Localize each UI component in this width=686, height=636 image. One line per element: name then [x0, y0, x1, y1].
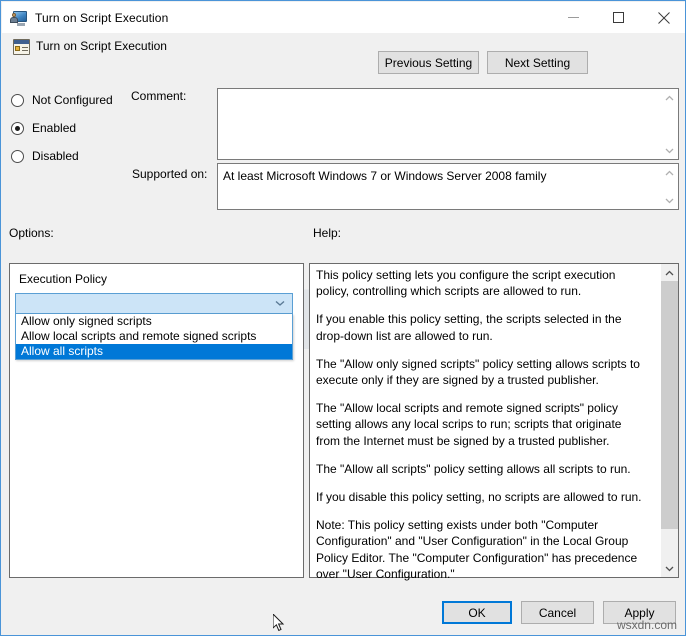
comment-label: Comment:	[131, 89, 187, 103]
scroll-up-icon[interactable]	[661, 164, 678, 181]
scroll-down-icon[interactable]	[661, 142, 678, 159]
help-paragraph: This policy setting lets you configure t…	[316, 268, 616, 299]
minimize-icon[interactable]	[551, 2, 596, 33]
supported-on-input[interactable]: At least Microsoft Windows 7 or Windows …	[217, 163, 679, 210]
radio-circle-icon	[11, 149, 24, 163]
help-scrollbar[interactable]	[660, 264, 678, 577]
chevron-down-icon[interactable]	[271, 294, 288, 313]
help-paragraph: If you disable this policy setting, no s…	[316, 490, 642, 505]
next-setting-button[interactable]: Next Setting	[487, 51, 588, 74]
comment-input[interactable]	[217, 88, 679, 160]
list-item[interactable]: Allow all scripts	[16, 344, 292, 359]
list-item[interactable]: Allow only signed scripts	[16, 314, 292, 329]
help-paragraph: If you enable this policy setting, the s…	[316, 312, 622, 343]
help-text: This policy setting lets you configure t…	[316, 267, 646, 582]
radio-disabled[interactable]: Disabled	[11, 148, 79, 164]
options-label: Options:	[9, 226, 54, 240]
radio-circle-icon	[11, 93, 24, 107]
previous-setting-button[interactable]: Previous Setting	[378, 51, 479, 74]
execution-policy-combobox[interactable]	[15, 293, 293, 314]
help-paragraph: The "Allow only signed scripts" policy s…	[316, 356, 640, 388]
help-paragraph: The "Allow local scripts and remote sign…	[316, 401, 622, 448]
radio-not-configured[interactable]: Not Configured	[11, 92, 113, 108]
scroll-down-icon[interactable]	[661, 192, 678, 209]
supported-on-value: At least Microsoft Windows 7 or Windows …	[223, 169, 547, 183]
supported-on-scrollbar[interactable]	[660, 164, 678, 209]
maximize-icon[interactable]	[596, 2, 641, 33]
help-paragraph: The "Allow all scripts" policy setting a…	[316, 461, 631, 476]
title-bar: Turn on Script Execution	[2, 2, 685, 33]
help-panel: This policy setting lets you configure t…	[309, 263, 679, 581]
watermark-site: wsxdn.com	[616, 618, 677, 632]
comment-scrollbar[interactable]	[660, 89, 678, 159]
radio-label: Enabled	[32, 121, 77, 135]
ok-button[interactable]: OK	[442, 601, 512, 624]
radio-enabled[interactable]: Enabled	[11, 120, 76, 136]
close-icon[interactable]	[641, 2, 685, 33]
setting-title: Turn on Script Execution	[36, 39, 167, 53]
scroll-up-icon[interactable]	[661, 89, 678, 106]
window-controls	[551, 2, 685, 33]
execution-policy-label: Execution Policy	[19, 272, 108, 286]
list-item[interactable]: Allow local scripts and remote signed sc…	[16, 329, 292, 344]
radio-label: Not Configured	[32, 93, 113, 107]
help-label: Help:	[313, 226, 342, 240]
radio-circle-checked-icon	[11, 121, 24, 135]
setting-header: Turn on Script Execution Previous Settin…	[2, 33, 685, 80]
policy-monitor-icon	[10, 9, 28, 27]
policy-setting-icon	[13, 39, 30, 55]
window-title: Turn on Script Execution	[35, 10, 169, 25]
scroll-down-icon[interactable]	[661, 560, 678, 577]
scrollbar-thumb[interactable]	[661, 281, 678, 529]
group-policy-setting-dialog: Turn on Script Execution Turn on Script …	[0, 0, 686, 636]
help-paragraph: Note: This policy setting exists under b…	[316, 518, 638, 581]
mouse-cursor	[272, 612, 285, 633]
radio-label: Disabled	[32, 149, 79, 163]
scroll-up-icon[interactable]	[661, 264, 678, 281]
cancel-button[interactable]: Cancel	[521, 601, 594, 624]
options-panel: Execution Policy Allow only signed scrip…	[9, 263, 304, 632]
supported-on-label: Supported on:	[132, 167, 208, 181]
execution-policy-dropdown-list[interactable]: Allow only signed scripts Allow local sc…	[15, 314, 293, 360]
